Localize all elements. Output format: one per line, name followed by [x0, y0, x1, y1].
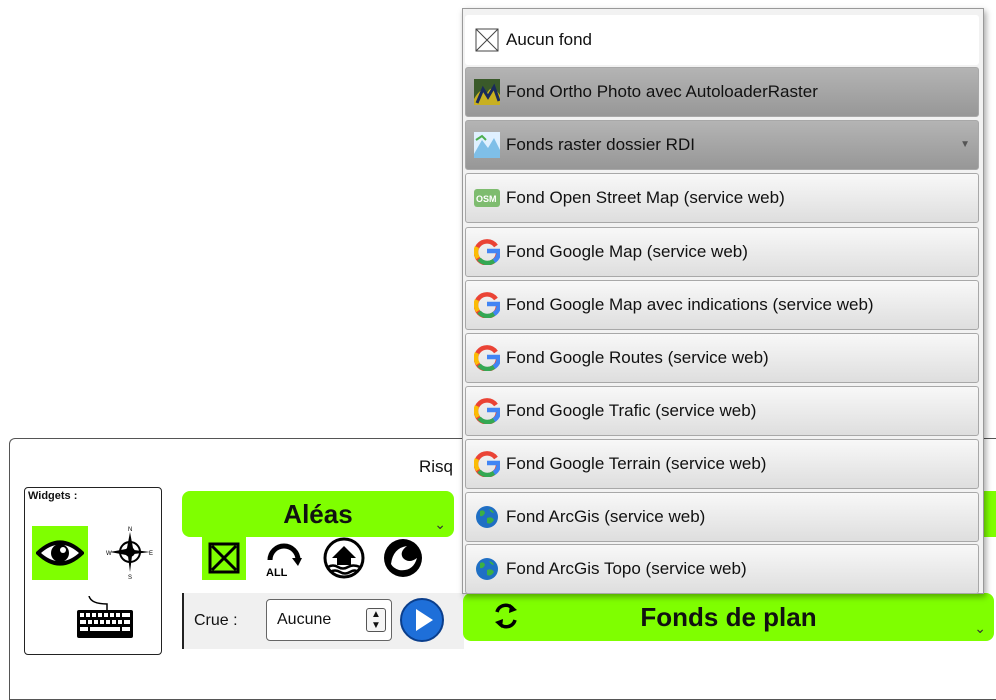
globe-icon — [474, 556, 500, 582]
menu-item-google-trafic[interactable]: Fond Google Trafic (service web) — [465, 386, 979, 436]
chevron-down-icon: ⌄ — [434, 516, 446, 532]
widgets-box: Widgets : N S W E — [24, 487, 162, 655]
google-icon — [474, 451, 500, 477]
flood-house-icon — [323, 537, 365, 579]
globe-icon — [474, 504, 500, 530]
google-icon — [474, 398, 500, 424]
menu-item-google-map[interactable]: Fond Google Map (service web) — [465, 227, 979, 277]
menu-item-google-terrain[interactable]: Fond Google Terrain (service web) — [465, 439, 979, 489]
crue-value: Aucune — [277, 611, 332, 628]
aleas-button[interactable]: Aléas ⌄ — [182, 491, 454, 537]
eye-icon — [36, 540, 84, 566]
keyboard-icon[interactable] — [77, 596, 133, 640]
menu-item-label: Aucun fond — [506, 30, 593, 49]
chevron-down-icon: ⌄ — [974, 620, 986, 636]
menu-item-label: Fond Google Map avec indications (servic… — [506, 295, 874, 314]
aleas-label: Aléas — [283, 498, 353, 529]
menu-item-label: Fond Google Trafic (service web) — [506, 401, 757, 420]
fonds-de-plan-button[interactable]: Fonds de plan ⌄ — [463, 593, 994, 641]
menu-item-google-map-indications[interactable]: Fond Google Map avec indications (servic… — [465, 280, 979, 330]
wave-icon — [384, 539, 422, 577]
osm-icon: OSM — [474, 185, 500, 211]
empty-box-icon — [474, 27, 500, 53]
crue-bar: Crue : Aucune ▲ ▼ — [182, 593, 464, 649]
refresh-all-button[interactable]: ALL — [262, 536, 306, 585]
crossed-box-icon — [202, 536, 246, 580]
clear-layer-button[interactable] — [202, 536, 246, 585]
raster-map-icon — [474, 132, 500, 158]
svg-text:W: W — [106, 551, 112, 557]
google-icon — [474, 292, 500, 318]
menu-item-label: Fonds raster dossier RDI — [506, 135, 695, 154]
menu-item-label: Fond Google Map (service web) — [506, 242, 748, 261]
svg-text:N: N — [128, 527, 132, 533]
google-icon — [474, 239, 500, 265]
compass-icon[interactable]: N S W E — [106, 524, 154, 580]
fonds-label: Fonds de plan — [640, 601, 817, 632]
panel-title: Risq — [419, 457, 454, 476]
widgets-label: Widgets : — [28, 490, 78, 502]
spin-arrows-icon[interactable]: ▲ ▼ — [366, 608, 386, 632]
menu-item-label: Fond Google Routes (service web) — [506, 348, 769, 367]
crue-label: Crue : — [194, 612, 238, 629]
basemap-menu: Aucun fond Fond Ortho Photo avec Autoloa… — [462, 8, 984, 594]
menu-item-ortho-photo[interactable]: Fond Ortho Photo avec AutoloaderRaster — [465, 67, 979, 117]
menu-item-raster-rdi[interactable]: Fonds raster dossier RDI ▼ — [465, 120, 979, 170]
menu-item-aucun-fond[interactable]: Aucun fond — [465, 15, 979, 65]
play-icon[interactable] — [399, 597, 445, 643]
eye-toggle-button[interactable] — [32, 526, 88, 580]
wave-button[interactable] — [381, 536, 425, 585]
dropdown-arrow-icon: ▼ — [960, 139, 970, 150]
osm-icon-text: OSM — [476, 194, 497, 204]
refresh-all-icon: ALL — [266, 543, 302, 579]
menu-item-label: Fond ArcGis Topo (service web) — [506, 559, 747, 578]
menu-item-google-routes[interactable]: Fond Google Routes (service web) — [465, 333, 979, 383]
svg-text:S: S — [128, 575, 132, 580]
ortho-photo-icon — [474, 79, 500, 105]
google-icon — [474, 345, 500, 371]
menu-item-arcgis[interactable]: Fond ArcGis (service web) — [465, 492, 979, 542]
flood-button[interactable] — [322, 536, 366, 585]
menu-item-label: Fond Open Street Map (service web) — [506, 188, 785, 207]
menu-item-arcgis-topo[interactable]: Fond ArcGis Topo (service web) — [465, 544, 979, 594]
svg-text:E: E — [149, 551, 153, 557]
crue-spinbox[interactable]: Aucune ▲ ▼ — [266, 599, 392, 641]
all-text: ALL — [266, 567, 288, 579]
menu-item-label: Fond ArcGis (service web) — [506, 507, 706, 526]
menu-item-osm[interactable]: OSM Fond Open Street Map (service web) — [465, 173, 979, 223]
swap-arrows-icon — [495, 603, 517, 629]
menu-item-label: Fond Ortho Photo avec AutoloaderRaster — [506, 82, 818, 101]
menu-item-label: Fond Google Terrain (service web) — [506, 454, 767, 473]
